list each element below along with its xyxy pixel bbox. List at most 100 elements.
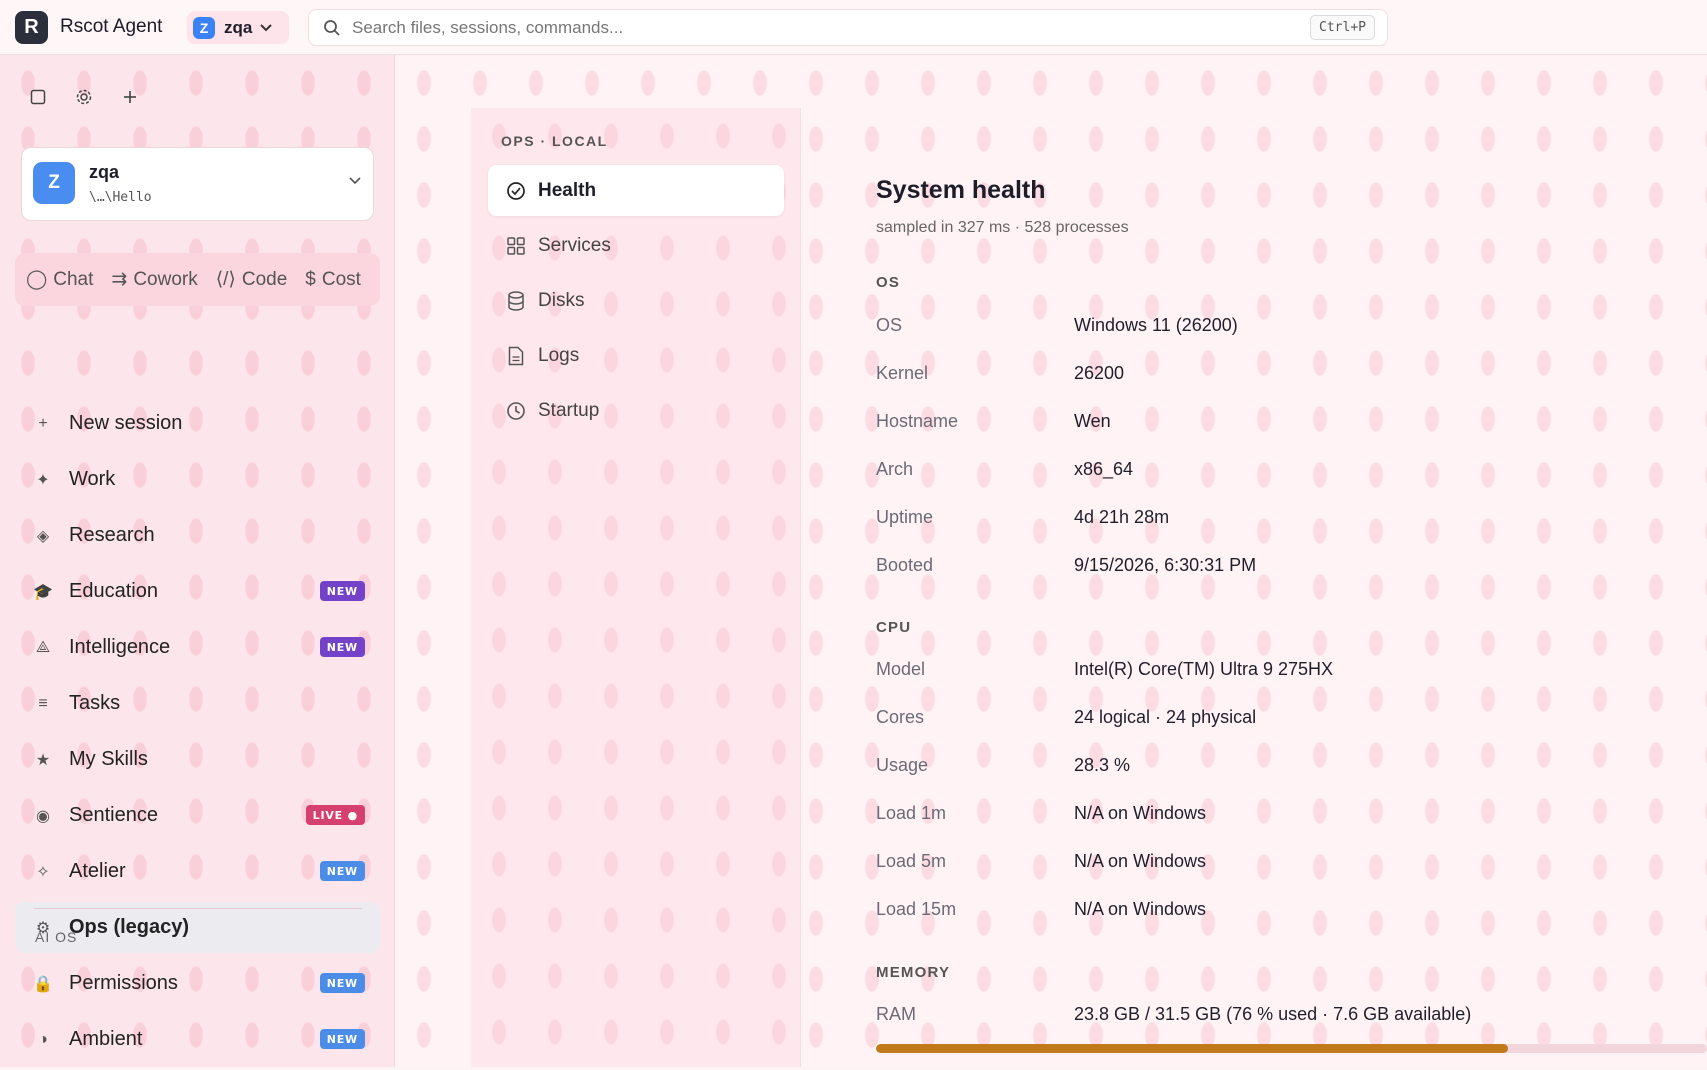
sidebar-item-label: My Skills — [69, 748, 148, 770]
sidebar-item-label: Sentience — [69, 804, 158, 826]
info-row: Booted 9/15/2026, 6:30:31 PM — [876, 555, 1576, 585]
sidebar: Z zqa \…\Hello ◯ Chat ⇉ Cowork ⟨/⟩ Code $ Co… — [0, 55, 395, 1067]
workspace-switcher[interactable]: Z zqa — [187, 11, 289, 44]
grid-icon: ▦ — [379, 268, 380, 291]
sidebar-item-label: Ops (legacy) — [69, 916, 190, 938]
tab-label: Chat — [53, 268, 94, 290]
toggle-sidebar-icon[interactable] — [26, 85, 50, 109]
info-row: Arch x86_64 — [876, 459, 1576, 489]
info-row-ram: RAM 23.8 GB / 31.5 GB (76 % used · 7.6 GB… — [876, 1004, 1576, 1034]
info-row: Load 15m N/A on Windows — [876, 899, 1576, 929]
settings-gear-icon[interactable] — [72, 85, 96, 109]
grid-icon — [506, 236, 526, 256]
ops-item-disks[interactable]: Disks — [488, 275, 784, 326]
search-bar[interactable]: Ctrl+P — [308, 9, 1388, 46]
ops-item-logs[interactable]: Logs — [488, 330, 784, 381]
sparkle-outline-icon: ✧ — [36, 863, 50, 881]
tab-grid[interactable]: ▦ — [379, 268, 380, 291]
chat-icon: ◯ — [26, 269, 48, 290]
tab-label: Cost — [321, 268, 361, 290]
info-row: Load 1m N/A on Windows — [876, 803, 1576, 833]
tab-label: Code — [241, 268, 288, 290]
sidebar-item-work[interactable]: ✦ Work — [15, 454, 380, 505]
cowork-icon: ⇉ — [111, 269, 128, 290]
clock-icon — [506, 401, 526, 421]
info-key: Load 5m — [876, 851, 947, 871]
workspace-card-avatar: Z — [33, 162, 75, 204]
sidebar-item-ambient[interactable]: ◑ Ambient NEW — [15, 1014, 380, 1065]
ops-item-label: Health — [538, 179, 597, 201]
chevron-down-icon — [260, 21, 273, 35]
sidebar-nav-ai-os: 🔒 Permissions NEW ◑ Ambient NEW — [15, 958, 380, 1070]
mode-tabs: ◯Chat ⇉Cowork ⟨/⟩Code $Cost ▦ — [15, 253, 380, 306]
ops-item-label: Disks — [538, 289, 585, 311]
divider — [34, 908, 362, 909]
info-value: N/A on Windows — [1074, 899, 1207, 919]
section-memory: MEMORY — [876, 964, 951, 981]
page-subtitle: sampled in 327 ms · 528 processes — [876, 219, 1129, 236]
ops-item-label: Services — [538, 234, 611, 256]
sidebar-item-ops-legacy[interactable]: ⚙ Ops (legacy) — [15, 902, 380, 953]
new-badge: NEW — [319, 1029, 365, 1049]
sidebar-item-research[interactable]: ◈ Research — [15, 510, 380, 561]
dollar-icon: $ — [305, 268, 316, 290]
sidebar-item-label: Ambient — [69, 1028, 143, 1050]
info-key: Booted — [876, 555, 934, 575]
ops-item-health[interactable]: Health — [488, 165, 784, 216]
ram-usage-fill — [876, 1044, 1508, 1053]
sidebar-item-permissions[interactable]: 🔒 Permissions NEW — [15, 958, 380, 1009]
section-label-ai-os: AI OS — [35, 929, 78, 945]
info-row: Kernel 26200 — [876, 363, 1576, 393]
info-key: Model — [876, 659, 926, 679]
search-icon — [323, 19, 341, 37]
sidebar-toolbar — [26, 85, 142, 109]
new-badge: NEW — [319, 581, 365, 601]
info-value: 28.3 % — [1074, 755, 1131, 775]
add-icon[interactable] — [118, 85, 142, 109]
intelligence-icon: ⟁ — [35, 638, 51, 656]
sidebar-item-label: Permissions — [69, 972, 178, 994]
tab-label: Cowork — [133, 268, 198, 290]
info-value: 4d 21h 28m — [1074, 507, 1170, 527]
live-badge: LIVE ● — [305, 805, 365, 825]
chevron-down-icon — [349, 172, 361, 188]
sidebar-item-atelier[interactable]: ✧ Atelier NEW — [15, 846, 380, 897]
list-icon: ≡ — [38, 694, 48, 712]
info-value: 9/15/2026, 6:30:31 PM — [1074, 555, 1257, 575]
workspace-avatar: Z — [193, 16, 215, 39]
workspace-card-path: \…\Hello — [89, 190, 152, 205]
sidebar-item-new-session[interactable]: + New session — [15, 398, 380, 449]
ops-item-startup[interactable]: Startup — [488, 385, 784, 436]
tab-cost[interactable]: $ Cost — [305, 269, 361, 291]
sidebar-item-label: Research — [69, 524, 155, 546]
file-text-icon — [506, 346, 526, 366]
new-badge: NEW — [319, 973, 365, 993]
tab-cowork[interactable]: ⇉ Cowork — [111, 268, 197, 291]
app-logo[interactable]: R — [15, 11, 48, 44]
info-value: 23.8 GB / 31.5 GB (76 % used · 7.6 GB av… — [1074, 1004, 1472, 1024]
ops-item-label: Startup — [538, 399, 600, 421]
tab-code[interactable]: ⟨/⟩ Code — [216, 268, 288, 291]
info-key: Cores — [876, 707, 925, 727]
tab-chat[interactable]: ◯ Chat — [26, 268, 93, 291]
info-value: Wen — [1074, 411, 1111, 431]
sidebar-item-my-skills[interactable]: ★ My Skills — [15, 734, 380, 785]
sidebar-item-intelligence[interactable]: ⟁ Intelligence NEW — [15, 622, 380, 673]
diamond-icon: ◈ — [36, 527, 50, 545]
lock-icon: 🔒 — [33, 975, 53, 993]
ambient-icon: ◑ — [38, 1030, 48, 1048]
info-row: Cores 24 logical · 24 physical — [876, 707, 1576, 737]
info-key: Hostname — [876, 411, 959, 431]
info-row: Hostname Wen — [876, 411, 1576, 441]
info-value: x86_64 — [1074, 459, 1134, 479]
sidebar-item-sentience[interactable]: ◉ Sentience LIVE ● — [15, 790, 380, 841]
info-key: Usage — [876, 755, 929, 775]
search-input[interactable] — [352, 16, 1252, 40]
workspace-card[interactable]: Z zqa \…\Hello — [21, 147, 374, 221]
sidebar-item-education[interactable]: 🎓 Education NEW — [15, 566, 380, 617]
sidebar-item-label: Work — [69, 468, 116, 490]
sidebar-item-tasks[interactable]: ≡ Tasks — [15, 678, 380, 729]
radio-target-icon: ◉ — [36, 807, 50, 825]
ops-item-services[interactable]: Services — [488, 220, 784, 271]
graduation-cap-icon: 🎓 — [33, 583, 53, 601]
